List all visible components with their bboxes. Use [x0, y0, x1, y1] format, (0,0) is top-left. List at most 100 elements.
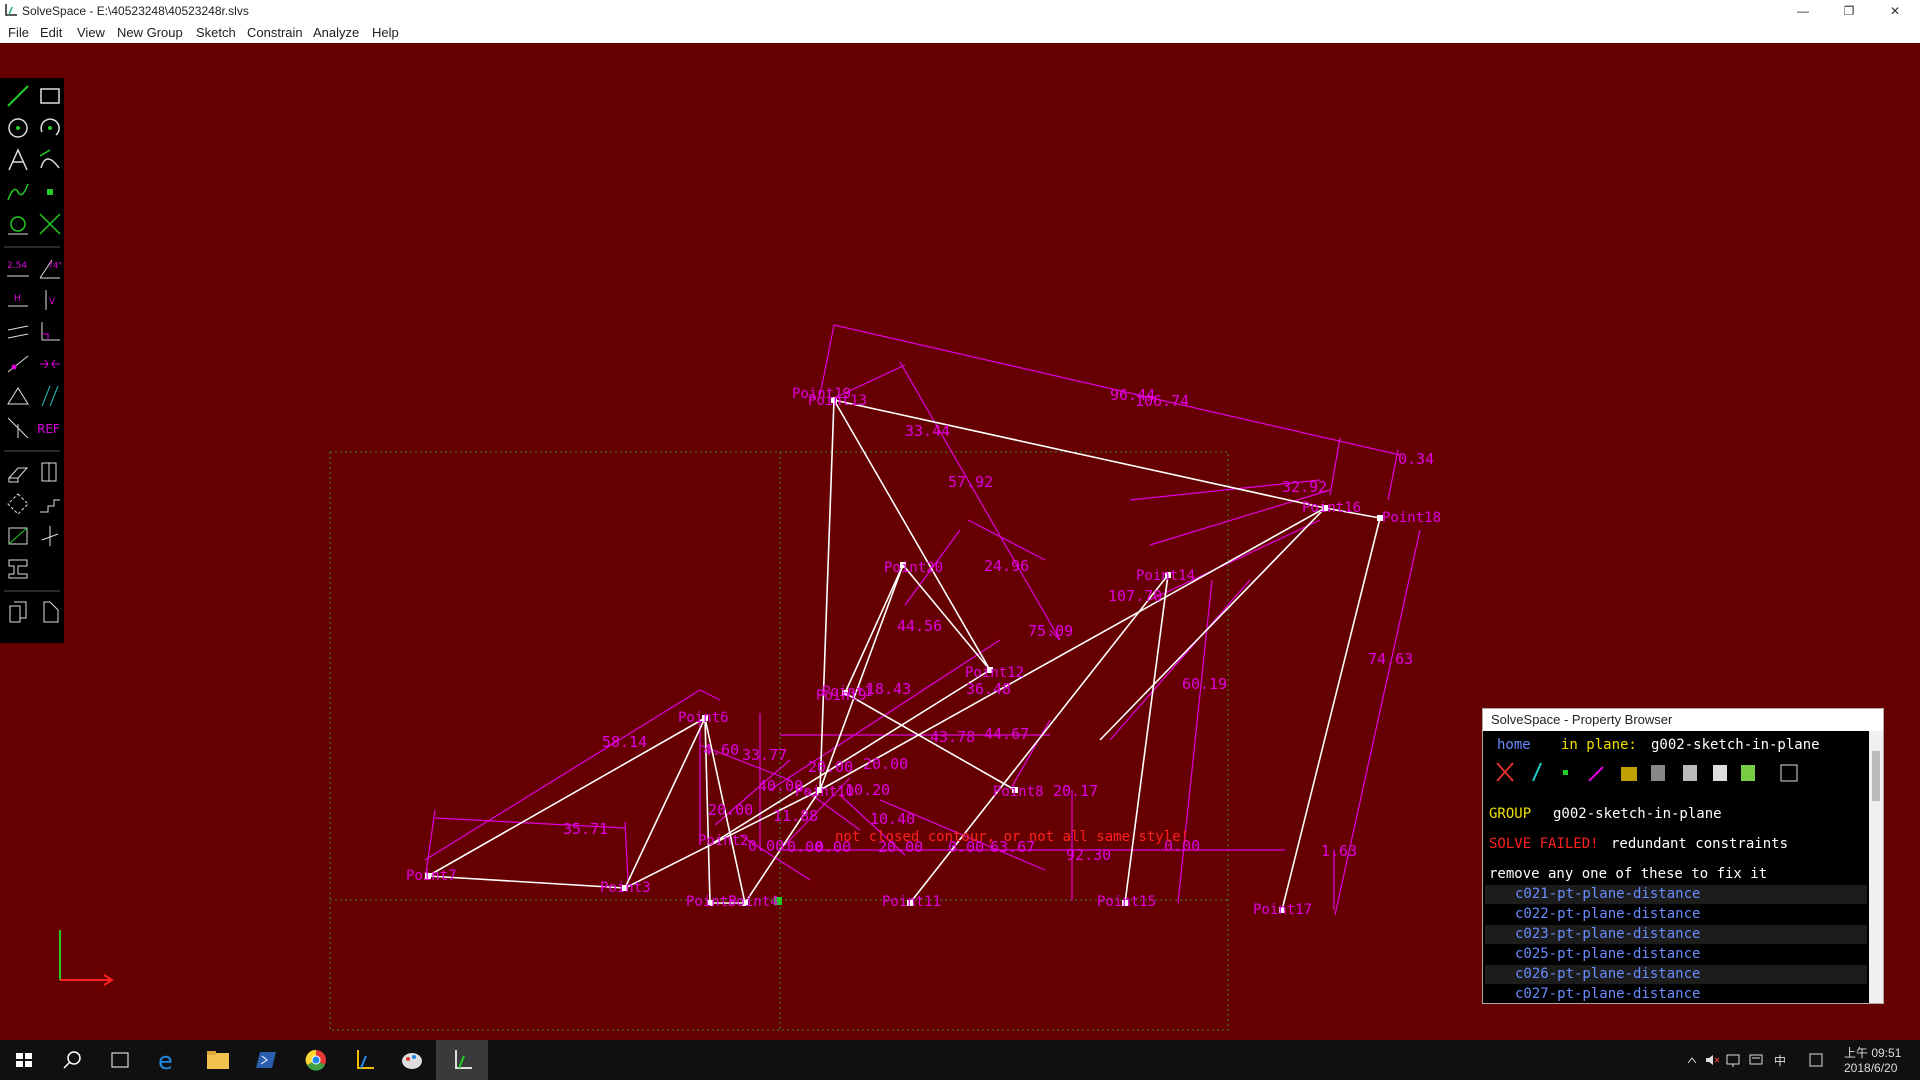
dimension-label: 106.74 — [1135, 392, 1189, 410]
clock-time[interactable]: 上午 09:51 — [1844, 1044, 1901, 1061]
workplane-frame — [329, 451, 1229, 1031]
group-value: g002-sketch-in-plane — [1553, 806, 1722, 822]
angle-dimension-icon[interactable]: 74° — [36, 254, 64, 282]
point-label: Point11 — [882, 894, 941, 910]
network-icon[interactable] — [1726, 1054, 1740, 1067]
solvespace-active-icon[interactable] — [438, 1040, 486, 1080]
import-icon[interactable] — [4, 522, 32, 550]
dimension-label: 92.30 — [1066, 846, 1111, 864]
tangent-arc-tool-icon[interactable] — [36, 146, 64, 174]
system-tray-icons: 中 — [1687, 1053, 1823, 1068]
menu-constrain[interactable]: Constrain — [247, 25, 303, 40]
symmetric-constraint-icon[interactable] — [4, 382, 32, 410]
scrollbar-thumb[interactable] — [1872, 751, 1880, 801]
dimension-label: 58.14 — [602, 733, 647, 751]
menu-edit[interactable]: Edit — [40, 25, 62, 40]
point-label: Point12 — [965, 665, 1024, 681]
show-hidden-icons-icon[interactable] — [1687, 1057, 1697, 1064]
cubic-spline-tool-icon[interactable] — [4, 178, 32, 206]
notification-icon[interactable] — [1749, 1054, 1763, 1065]
minimize-button[interactable]: — — [1780, 0, 1826, 22]
dimension-label: 36.48 — [966, 680, 1011, 698]
constraint-link[interactable]: c025-pt-plane-distance — [1515, 946, 1700, 962]
constraint-link[interactable]: c023-pt-plane-distance — [1515, 926, 1700, 942]
volume-muted-icon[interactable] — [1706, 1055, 1720, 1065]
window-title: SolveSpace - E:\40523248\40523248r.slvs — [22, 4, 249, 18]
split-curves-tool-icon[interactable] — [36, 210, 64, 238]
show-points-icon[interactable] — [1563, 770, 1568, 775]
property-browser-scrollbar[interactable] — [1869, 731, 1883, 1003]
dimension-label: 32.92 — [1282, 478, 1327, 496]
datum-point-tool-icon[interactable] — [36, 178, 64, 206]
workplane-normal-icon[interactable] — [36, 522, 64, 550]
constraint-link[interactable]: c021-pt-plane-distance — [1515, 886, 1700, 902]
powershell-icon[interactable] — [242, 1040, 290, 1080]
show-edges-icon[interactable] — [1713, 765, 1727, 781]
show-mesh-icon[interactable] — [1780, 764, 1798, 782]
action-center-icon[interactable] — [1809, 1053, 1823, 1067]
workplane-tool-icon[interactable] — [4, 210, 32, 238]
svg-text:中: 中 — [1774, 1053, 1786, 1068]
solvespace-taskbar-icon[interactable] — [340, 1040, 388, 1080]
point-label: Point17 — [1253, 902, 1312, 918]
step-rotating-icon[interactable] — [4, 490, 32, 518]
extrude-icon[interactable] — [4, 458, 32, 486]
show-workplanes-icon[interactable] — [1496, 762, 1514, 782]
point-on-line-icon[interactable] — [4, 350, 32, 378]
clock-date[interactable]: 2018/6/20 — [1844, 1061, 1897, 1075]
windows-start-icon[interactable] — [0, 1040, 48, 1080]
dimension-label: 33.44 — [905, 422, 950, 440]
show-outline-icon[interactable] — [1741, 765, 1755, 781]
ime-icon[interactable]: 中 — [1774, 1053, 1786, 1068]
menu-view[interactable]: View — [77, 25, 105, 40]
show-constraints-icon[interactable] — [1588, 766, 1604, 782]
equal-length-icon[interactable] — [36, 382, 64, 410]
show-normals-icon[interactable] — [1532, 762, 1542, 782]
paint-app-icon[interactable] — [388, 1040, 436, 1080]
constraint-link[interactable]: c026-pt-plane-distance — [1515, 966, 1700, 982]
vertical-constraint-icon[interactable]: V — [36, 286, 64, 314]
distance-dimension-icon[interactable]: 2.54 — [4, 254, 32, 282]
other-constraint-icon[interactable] — [4, 414, 32, 442]
line-tool-icon[interactable] — [4, 82, 32, 110]
dimension-label: 75.09 — [1028, 622, 1073, 640]
menu-help[interactable]: Help — [372, 25, 399, 40]
sketch-in-3d-icon[interactable] — [4, 554, 32, 582]
point-label: Point6 — [678, 710, 729, 726]
home-link[interactable]: home — [1497, 737, 1531, 753]
rectangle-tool-icon[interactable] — [36, 82, 64, 110]
edge-browser-icon[interactable]: e — [144, 1040, 192, 1080]
menu-analyze[interactable]: Analyze — [313, 25, 359, 40]
menu-file[interactable]: File — [8, 25, 29, 40]
perpendicular-constraint-icon[interactable] — [36, 318, 64, 346]
horizontal-tool-text: H — [14, 294, 21, 304]
search-icon[interactable] — [48, 1040, 96, 1080]
constraint-link[interactable]: c022-pt-plane-distance — [1515, 906, 1700, 922]
dimension-label: 43.78 — [930, 728, 975, 746]
task-view-icon[interactable] — [96, 1040, 144, 1080]
file-explorer-icon[interactable] — [194, 1040, 242, 1080]
menu-sketch[interactable]: Sketch — [196, 25, 236, 40]
chrome-browser-icon[interactable] — [292, 1040, 340, 1080]
lathe-icon[interactable] — [36, 458, 64, 486]
parallel-constraint-icon[interactable] — [4, 318, 32, 346]
text-tool-icon[interactable] — [4, 146, 32, 174]
constraint-link[interactable]: c027-pt-plane-distance — [1515, 986, 1700, 1002]
reference-toggle-icon[interactable]: REF — [36, 414, 64, 442]
show-shaded-icon[interactable] — [1683, 765, 1697, 781]
show-construction-icon[interactable] — [1621, 767, 1637, 781]
arc-tool-icon[interactable] — [36, 114, 64, 142]
circle-tool-icon[interactable] — [4, 114, 32, 142]
step-translating-icon[interactable] — [36, 490, 64, 518]
close-button[interactable]: ✕ — [1872, 0, 1918, 22]
dimension-label: 74.63 — [1368, 650, 1413, 668]
horizontal-constraint-icon[interactable]: H — [4, 286, 32, 314]
nearest-ortho-view-icon[interactable] — [4, 598, 32, 626]
restore-button[interactable]: ❐ — [1826, 0, 1872, 22]
dimension-label: 10.40 — [870, 810, 915, 828]
nearest-iso-view-icon[interactable] — [36, 598, 64, 626]
coincident-constraint-icon[interactable] — [36, 350, 64, 378]
menu-new-group[interactable]: New Group — [117, 25, 183, 40]
svg-text:e: e — [158, 1047, 173, 1075]
show-faces-icon[interactable] — [1651, 765, 1665, 781]
